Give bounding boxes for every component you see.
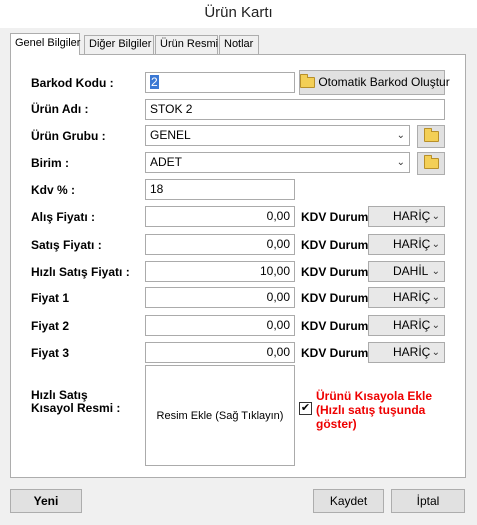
barcode-label: Barkod Kodu : bbox=[31, 76, 114, 90]
kdv-status-value: HARİÇ bbox=[393, 237, 431, 251]
tab-diger-bilgiler[interactable]: Diğer Bilgiler bbox=[84, 35, 154, 54]
chevron-down-icon: ⌄ bbox=[431, 239, 440, 250]
kdv-status-label: KDV Durum bbox=[301, 238, 369, 252]
shortcut-image-label-line2: Kısayol Resmi : bbox=[31, 401, 121, 415]
kdv-status-select-hizli-satis[interactable]: DAHİL ⌄ bbox=[368, 261, 445, 282]
kdv-status-select-satis[interactable]: HARİÇ ⌄ bbox=[368, 234, 445, 255]
shortcut-image-hint: Resim Ekle (Sağ Tıklayın) bbox=[156, 410, 284, 422]
window-title: Ürün Kartı bbox=[0, 0, 477, 28]
vat-rate-label: Kdv % : bbox=[31, 183, 76, 197]
price-input-alis[interactable]: 0,00 bbox=[145, 206, 295, 227]
price-input-fiyat-1[interactable]: 0,00 bbox=[145, 287, 295, 308]
product-group-browse-button[interactable] bbox=[417, 125, 445, 148]
price-input-hizli-satis[interactable]: 10,00 bbox=[145, 261, 295, 282]
chevron-down-icon: ⌄ bbox=[431, 211, 440, 222]
price-label-alis: Alış Fiyatı : bbox=[31, 210, 96, 224]
kdv-status-value: HARİÇ bbox=[393, 290, 431, 304]
add-to-shortcut-label-line3: göster) bbox=[316, 417, 357, 431]
kdv-status-value: DAHİL bbox=[393, 264, 429, 278]
price-label-fiyat-1: Fiyat 1 bbox=[31, 291, 70, 305]
shortcut-image-label: Hızlı Satış Kısayol Resmi : bbox=[31, 389, 120, 415]
kdv-status-label: KDV Durum bbox=[301, 265, 369, 279]
tab-notlar[interactable]: Notlar bbox=[219, 35, 259, 54]
price-input-fiyat-2[interactable]: 0,00 bbox=[145, 315, 295, 336]
product-name-label: Ürün Adı : bbox=[31, 102, 89, 116]
add-to-shortcut-label[interactable]: Ürünü Kısayola Ekle (Hızlı satış tuşunda… bbox=[316, 389, 432, 431]
general-info-panel: Barkod Kodu : 2 Otomatik Barkod Oluştur … bbox=[10, 54, 466, 478]
chevron-down-icon: ⌄ bbox=[396, 130, 405, 141]
auto-barcode-button[interactable]: Otomatik Barkod Oluştur bbox=[299, 70, 450, 95]
chevron-down-icon: ⌄ bbox=[431, 292, 440, 303]
add-to-shortcut-label-line2: (Hızlı satış tuşunda bbox=[316, 403, 426, 417]
kdv-status-label: KDV Durum bbox=[301, 346, 369, 360]
vat-rate-input[interactable]: 18 bbox=[145, 179, 295, 200]
unit-select[interactable]: ADET ⌄ bbox=[145, 152, 410, 173]
unit-value: ADET bbox=[150, 155, 183, 169]
chevron-down-icon: ⌄ bbox=[396, 157, 405, 168]
kdv-status-select-alis[interactable]: HARİÇ ⌄ bbox=[368, 206, 445, 227]
kdv-status-select-fiyat-3[interactable]: HARİÇ ⌄ bbox=[368, 342, 445, 363]
kdv-status-label: KDV Durum bbox=[301, 319, 369, 333]
chevron-down-icon: ⌄ bbox=[431, 320, 440, 331]
kdv-status-label: KDV Durum bbox=[301, 291, 369, 305]
price-label-fiyat-2: Fiyat 2 bbox=[31, 319, 70, 333]
kdv-status-value: HARİÇ bbox=[393, 345, 431, 359]
barcode-input[interactable]: 2 bbox=[145, 72, 295, 93]
cancel-button[interactable]: İptal bbox=[391, 489, 465, 513]
kdv-status-select-fiyat-2[interactable]: HARİÇ ⌄ bbox=[368, 315, 445, 336]
kdv-status-value: HARİÇ bbox=[393, 318, 431, 332]
folder-icon bbox=[300, 74, 315, 89]
folder-icon bbox=[423, 155, 439, 170]
price-input-fiyat-3[interactable]: 0,00 bbox=[145, 342, 295, 363]
price-label-fiyat-3: Fiyat 3 bbox=[31, 346, 70, 360]
product-group-select[interactable]: GENEL ⌄ bbox=[145, 125, 410, 146]
auto-barcode-button-label: Otomatik Barkod Oluştur bbox=[318, 75, 450, 89]
tab-genel-bilgiler[interactable]: Genel Bilgiler bbox=[10, 33, 80, 55]
chevron-down-icon: ⌄ bbox=[431, 266, 440, 277]
price-label-hizli-satis: Hızlı Satış Fiyatı : bbox=[31, 265, 130, 279]
add-to-shortcut-label-line1: Ürünü Kısayola Ekle bbox=[316, 389, 433, 403]
product-group-value: GENEL bbox=[150, 128, 191, 142]
save-button[interactable]: Kaydet bbox=[313, 489, 384, 513]
price-label-satis: Satış Fiyatı : bbox=[31, 238, 102, 252]
kdv-status-value: HARİÇ bbox=[393, 209, 431, 223]
tab-urun-resmi[interactable]: Ürün Resmi bbox=[155, 35, 218, 54]
folder-icon bbox=[423, 128, 439, 143]
product-group-label: Ürün Grubu : bbox=[31, 129, 106, 143]
new-button[interactable]: Yeni bbox=[10, 489, 82, 513]
shortcut-image-box[interactable]: Resim Ekle (Sağ Tıklayın) bbox=[145, 365, 295, 466]
product-name-input[interactable]: STOK 2 bbox=[145, 99, 445, 120]
price-input-satis[interactable]: 0,00 bbox=[145, 234, 295, 255]
add-to-shortcut-checkbox[interactable]: ✔ bbox=[299, 402, 312, 415]
unit-label: Birim : bbox=[31, 156, 70, 170]
unit-browse-button[interactable] bbox=[417, 152, 445, 175]
kdv-status-select-fiyat-1[interactable]: HARİÇ ⌄ bbox=[368, 287, 445, 308]
barcode-value: 2 bbox=[150, 75, 159, 89]
chevron-down-icon: ⌄ bbox=[431, 347, 440, 358]
kdv-status-label: KDV Durum bbox=[301, 210, 369, 224]
